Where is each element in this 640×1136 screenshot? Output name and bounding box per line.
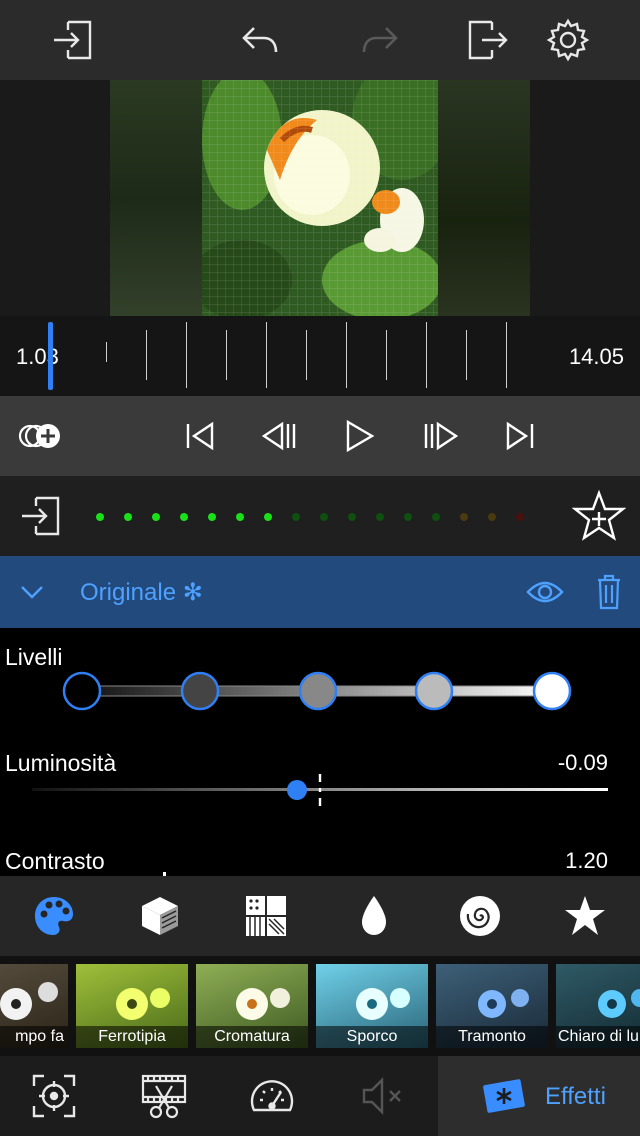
levels-handle-light <box>414 671 454 711</box>
effect-name[interactable]: Originale ✻ <box>80 578 203 607</box>
preview-right-blur <box>438 80 530 316</box>
level-meter-dot <box>320 513 328 521</box>
preview-left-blur <box>110 80 202 316</box>
eye-icon[interactable] <box>526 578 564 606</box>
star-icon[interactable] <box>563 894 607 938</box>
effect-parameters: Livelli Luminosità -0.09 Contrasto 1.20 <box>0 630 640 876</box>
level-meter-row <box>0 476 640 556</box>
effect-header[interactable]: Originale ✻ <box>0 556 640 628</box>
top-toolbar <box>0 0 640 80</box>
filter-label: Chiaro di lu <box>556 1026 640 1048</box>
redo-icon[interactable] <box>356 16 404 64</box>
level-meter-dot <box>264 513 272 521</box>
skip-to-start-icon[interactable] <box>180 416 220 456</box>
level-meter-dot <box>488 513 496 521</box>
timeline-tick <box>186 322 187 388</box>
filter-label: Ferrotipia <box>76 1026 188 1048</box>
filter-thumb[interactable]: mpo fa <box>0 964 68 1048</box>
step-forward-icon[interactable] <box>420 416 460 456</box>
play-icon[interactable] <box>340 416 380 456</box>
timeline-tick <box>306 330 307 380</box>
brightness-value: -0.09 <box>557 750 608 775</box>
export-icon[interactable] <box>464 16 512 64</box>
level-meter-dot <box>292 513 300 521</box>
add-layer-icon[interactable] <box>18 416 64 456</box>
undo-icon[interactable] <box>236 16 284 64</box>
brightness-label: Luminosità <box>5 750 117 776</box>
mute-audio-icon[interactable] <box>358 1072 406 1120</box>
timeline-tick <box>346 322 347 388</box>
level-meter-dot <box>180 513 188 521</box>
level-meter-dot <box>152 513 160 521</box>
cube-icon[interactable] <box>138 894 182 938</box>
contrast-value: 1.20 <box>565 848 608 873</box>
levels-label: Livelli <box>5 644 63 670</box>
preview-frame <box>202 80 438 316</box>
effect-category-bar <box>0 876 640 956</box>
filter-thumbnail-strip: mpo fa Ferrotipia Cromatura Sporco Tramo… <box>0 956 640 1056</box>
palette-icon[interactable] <box>32 894 76 938</box>
transport-controls <box>0 396 640 476</box>
timeline-tick <box>466 330 467 380</box>
favorite-add-icon[interactable] <box>572 490 626 542</box>
level-meter-dot <box>376 513 384 521</box>
level-meter-dot <box>516 513 524 521</box>
brightness-slider-thumb <box>287 780 307 800</box>
spiral-icon[interactable] <box>458 894 502 938</box>
import-clip-icon[interactable] <box>18 494 62 538</box>
timeline-tick <box>386 330 387 380</box>
timeline-tick <box>226 330 227 380</box>
brightness-slider[interactable] <box>32 774 610 810</box>
import-icon[interactable] <box>48 16 96 64</box>
timeline-tick <box>106 342 107 362</box>
level-meter-dot <box>432 513 440 521</box>
timeline[interactable]: 1.03 14.05 <box>0 316 640 396</box>
effects-icon[interactable] <box>481 1076 527 1116</box>
chevron-down-icon[interactable] <box>20 582 44 602</box>
levels-handle-white <box>532 671 572 711</box>
timeline-tick <box>266 322 267 388</box>
filter-thumb[interactable]: Chiaro di lu <box>556 964 640 1048</box>
contrast-label: Contrasto <box>5 848 105 874</box>
level-meter-dot <box>208 513 216 521</box>
end-time: 14.05 <box>568 344 624 369</box>
crop-focus-icon[interactable] <box>30 1072 78 1120</box>
level-meter-dot <box>348 513 356 521</box>
levels-handle-dark <box>180 671 220 711</box>
effects-tab-highlight <box>438 1056 640 1136</box>
trash-icon[interactable] <box>596 574 622 610</box>
speed-gauge-icon[interactable] <box>248 1072 296 1120</box>
playhead[interactable] <box>48 322 53 390</box>
filter-label: Sporco <box>316 1026 428 1048</box>
levels-control[interactable] <box>60 670 580 714</box>
filter-thumb[interactable]: Cromatura <box>196 964 308 1048</box>
bottom-nav: Effetti <box>0 1056 640 1136</box>
step-back-icon[interactable] <box>260 416 300 456</box>
skip-to-end-icon[interactable] <box>500 416 540 456</box>
filter-thumb[interactable]: Sporco <box>316 964 428 1048</box>
timeline-tick <box>426 322 427 388</box>
level-meter-dot <box>460 513 468 521</box>
filter-thumb[interactable]: Tramonto <box>436 964 548 1048</box>
filter-label: mpo fa <box>0 1026 68 1048</box>
filter-thumb[interactable]: Ferrotipia <box>76 964 188 1048</box>
settings-icon[interactable] <box>544 16 592 64</box>
trim-clip-icon[interactable] <box>140 1072 188 1120</box>
pattern-icon[interactable] <box>244 894 288 938</box>
video-preview[interactable] <box>0 80 640 316</box>
timeline-tick <box>146 330 147 380</box>
level-meter-dot <box>404 513 412 521</box>
levels-handle-mid <box>298 671 338 711</box>
timeline-tick <box>506 322 507 388</box>
filter-label: Cromatura <box>196 1026 308 1048</box>
level-meter-dot <box>236 513 244 521</box>
level-meter-dot <box>96 513 104 521</box>
filter-label: Tramonto <box>436 1026 548 1048</box>
level-meter-dot <box>124 513 132 521</box>
effects-tab-label[interactable]: Effetti <box>545 1083 606 1111</box>
levels-handle-black <box>62 671 102 711</box>
drop-icon[interactable] <box>352 894 396 938</box>
